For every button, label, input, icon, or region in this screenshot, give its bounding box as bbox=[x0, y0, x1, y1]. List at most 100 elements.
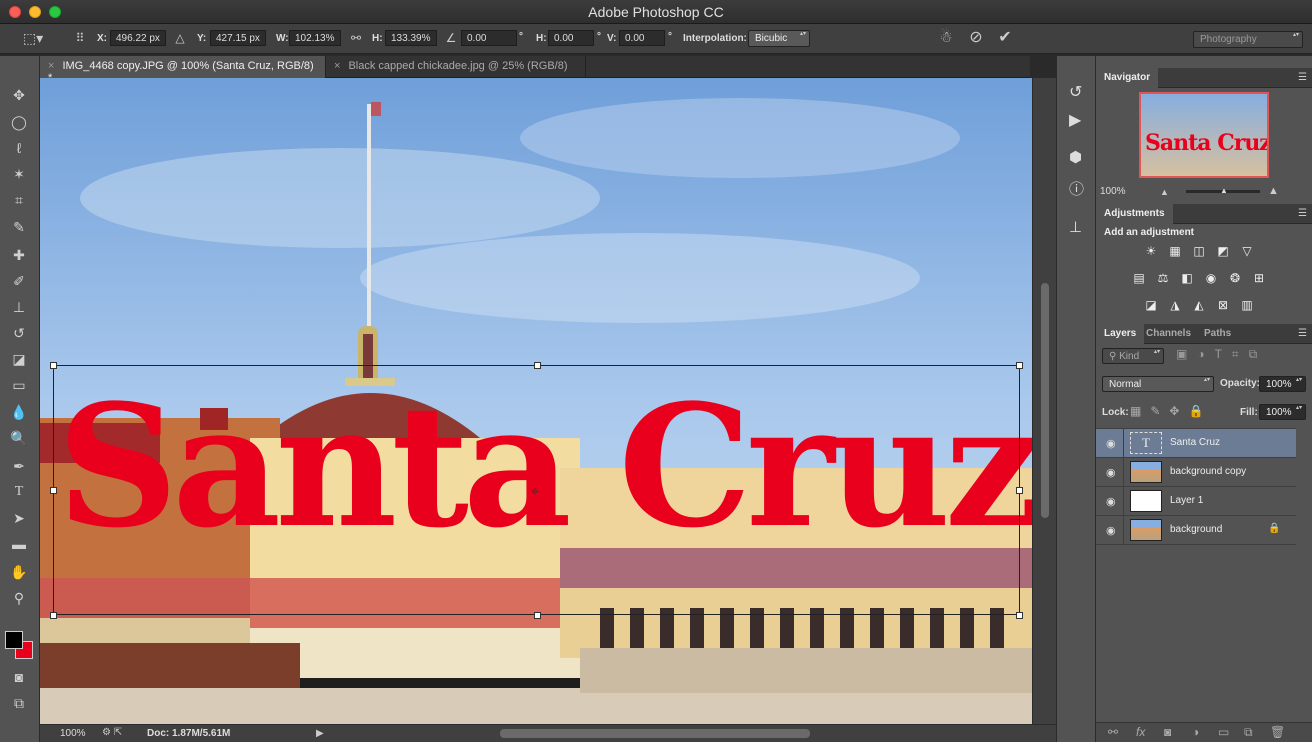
link-layers-icon[interactable]: ⚯ bbox=[1108, 725, 1118, 739]
lasso-tool-icon[interactable]: ℓ bbox=[6, 137, 32, 159]
actions-play-icon[interactable]: ▶ bbox=[1069, 110, 1081, 130]
status-menu-icon[interactable]: ▶ bbox=[316, 728, 324, 739]
move-tool-icon[interactable]: ✥ bbox=[6, 84, 32, 106]
close-tab-icon[interactable]: × bbox=[48, 60, 54, 72]
vskew-field[interactable]: 0.00 bbox=[619, 30, 665, 46]
3d-icon[interactable]: ⬢ bbox=[1069, 148, 1082, 166]
y-field[interactable]: 427.15 px bbox=[210, 30, 266, 46]
selective-color-icon[interactable]: ⊠ bbox=[1215, 298, 1231, 312]
link-icon[interactable]: ⚯ bbox=[347, 30, 365, 46]
eraser-tool-icon[interactable]: ◪ bbox=[6, 348, 32, 370]
tab-paths[interactable]: Paths bbox=[1196, 324, 1239, 344]
layer-row-santa-cruz[interactable]: ◉ T Santa Cruz bbox=[1096, 429, 1296, 458]
brush-tool-icon[interactable]: ✐ bbox=[6, 270, 32, 292]
transform-handle-tl[interactable] bbox=[50, 362, 57, 369]
layer-style-icon[interactable]: fx bbox=[1136, 725, 1145, 739]
transform-handle-mr[interactable] bbox=[1016, 487, 1023, 494]
panel-menu-icon[interactable]: ☰ bbox=[1298, 72, 1307, 83]
tab-navigator[interactable]: Navigator bbox=[1096, 68, 1159, 88]
quick-mask-icon[interactable]: ◙ bbox=[6, 666, 32, 688]
relative-position-icon[interactable]: △ bbox=[172, 30, 188, 46]
marquee-tool-icon[interactable]: ◯ bbox=[6, 111, 32, 133]
gradient-map-icon[interactable]: ▥ bbox=[1239, 298, 1255, 312]
color-lookup-icon[interactable]: ⊞ bbox=[1251, 271, 1267, 285]
layer-row-layer-1[interactable]: ◉ Layer 1 bbox=[1096, 487, 1296, 516]
rotate-field[interactable]: 0.00 bbox=[461, 30, 517, 46]
navigator-zoom-slider[interactable]: ▲ bbox=[1186, 186, 1260, 195]
magic-wand-icon[interactable]: ✶ bbox=[6, 163, 32, 185]
curves-icon[interactable]: ◫ bbox=[1191, 244, 1207, 258]
tab-channels[interactable]: Channels bbox=[1138, 324, 1199, 344]
hand-tool-icon[interactable]: ✋ bbox=[6, 561, 32, 583]
channel-mixer-icon[interactable]: ❂ bbox=[1227, 271, 1243, 285]
layer-mask-icon[interactable]: ◙ bbox=[1164, 725, 1171, 739]
visibility-eye-icon[interactable]: ◉ bbox=[1106, 524, 1116, 537]
blur-tool-icon[interactable]: 💧 bbox=[6, 401, 32, 423]
zoom-in-icon[interactable]: ▲ bbox=[1268, 185, 1279, 197]
height-field[interactable]: 133.39% bbox=[385, 30, 437, 46]
history-brush-icon[interactable]: ↺ bbox=[6, 322, 32, 344]
scrollbar-thumb[interactable] bbox=[1041, 283, 1049, 518]
crop-tool-icon[interactable]: ⌗ bbox=[6, 189, 32, 211]
visibility-eye-icon[interactable]: ◉ bbox=[1106, 466, 1116, 479]
transform-handle-bl[interactable] bbox=[50, 612, 57, 619]
transform-handle-tm[interactable] bbox=[534, 362, 541, 369]
lock-icons[interactable]: ▦✎✥🔒 bbox=[1130, 404, 1212, 418]
close-tab-icon[interactable]: × bbox=[334, 60, 340, 72]
document-canvas[interactable]: Santa Cruz ⌖ bbox=[40, 78, 1032, 724]
horizontal-scrollbar[interactable] bbox=[340, 729, 1030, 738]
hue-saturation-icon[interactable]: ▤ bbox=[1131, 271, 1147, 285]
transform-handle-ml[interactable] bbox=[50, 487, 57, 494]
info-icon[interactable]: ⓘ bbox=[1069, 178, 1084, 199]
reference-point-icon[interactable]: ⠿ bbox=[70, 30, 90, 46]
zoom-out-icon[interactable]: ▲ bbox=[1160, 187, 1169, 197]
transform-handle-tr[interactable] bbox=[1016, 362, 1023, 369]
brightness-icon[interactable]: ☀ bbox=[1143, 244, 1159, 258]
commit-transform-icon[interactable]: ✔ bbox=[994, 30, 1016, 46]
photo-filter-icon[interactable]: ◉ bbox=[1203, 271, 1219, 285]
threshold-icon[interactable]: ◭ bbox=[1191, 298, 1207, 312]
path-selection-icon[interactable]: ➤ bbox=[6, 507, 32, 529]
cancel-transform-icon[interactable]: ⊘ bbox=[965, 30, 987, 46]
interpolation-select[interactable]: Bicubic bbox=[748, 30, 810, 47]
hskew-field[interactable]: 0.00 bbox=[548, 30, 594, 46]
foreground-color-swatch[interactable] bbox=[5, 631, 23, 649]
tool-presets-icon[interactable]: ⊥ bbox=[1069, 218, 1082, 236]
new-layer-icon[interactable]: ⧉ bbox=[1244, 725, 1253, 740]
hscroll-thumb[interactable] bbox=[500, 729, 810, 738]
workspace-select[interactable]: Photography bbox=[1193, 31, 1303, 48]
layer-row-background[interactable]: ◉ background 🔒 bbox=[1096, 516, 1296, 545]
visibility-eye-icon[interactable]: ◉ bbox=[1106, 495, 1116, 508]
healing-brush-icon[interactable]: ✚ bbox=[6, 244, 32, 266]
new-group-icon[interactable]: ▭ bbox=[1218, 725, 1229, 739]
pen-tool-icon[interactable]: ✒ bbox=[6, 455, 32, 477]
adjustment-layer-icon[interactable]: ◑ bbox=[1192, 725, 1199, 739]
black-white-icon[interactable]: ◧ bbox=[1179, 271, 1195, 285]
transform-handle-br[interactable] bbox=[1016, 612, 1023, 619]
navigator-thumbnail[interactable]: Santa Cruz bbox=[1139, 92, 1269, 178]
type-tool-icon[interactable]: T bbox=[6, 481, 32, 503]
vibrance-icon[interactable]: ▽ bbox=[1239, 244, 1255, 258]
panel-menu-icon[interactable]: ☰ bbox=[1298, 208, 1307, 219]
screen-mode-icon[interactable]: ⧉ bbox=[6, 692, 32, 714]
dodge-tool-icon[interactable]: 🔍 bbox=[6, 427, 32, 449]
delete-layer-icon[interactable]: 🗑 bbox=[1270, 725, 1285, 739]
tab-img-4468[interactable]: × IMG_4468 copy.JPG @ 100% (Santa Cruz, R… bbox=[40, 56, 326, 84]
opacity-field[interactable]: 100% bbox=[1259, 376, 1306, 392]
navigator-zoom[interactable]: 100% bbox=[1100, 186, 1126, 197]
color-balance-icon[interactable]: ⚖ bbox=[1155, 271, 1171, 285]
layer-filter-kind[interactable]: ⚲ Kind bbox=[1102, 348, 1164, 364]
reference-point-icon[interactable]: ⌖ bbox=[531, 483, 539, 500]
panel-menu-icon[interactable]: ☰ bbox=[1298, 328, 1307, 339]
x-field[interactable]: 496.22 px bbox=[110, 30, 166, 46]
levels-icon[interactable]: ▦ bbox=[1167, 244, 1183, 258]
transform-handle-bm[interactable] bbox=[534, 612, 541, 619]
warp-mode-icon[interactable]: ☃ bbox=[935, 30, 957, 46]
invert-icon[interactable]: ◪ bbox=[1143, 298, 1159, 312]
visibility-eye-icon[interactable]: ◉ bbox=[1106, 437, 1116, 450]
zoom-tool-icon[interactable]: ⚲ bbox=[6, 587, 32, 609]
eyedropper-tool-icon[interactable]: ✎ bbox=[6, 216, 32, 238]
filter-icons[interactable]: ▣◑T⌗⧉ bbox=[1176, 347, 1267, 362]
status-zoom[interactable]: 100% bbox=[60, 728, 86, 739]
fill-field[interactable]: 100% bbox=[1259, 404, 1306, 420]
